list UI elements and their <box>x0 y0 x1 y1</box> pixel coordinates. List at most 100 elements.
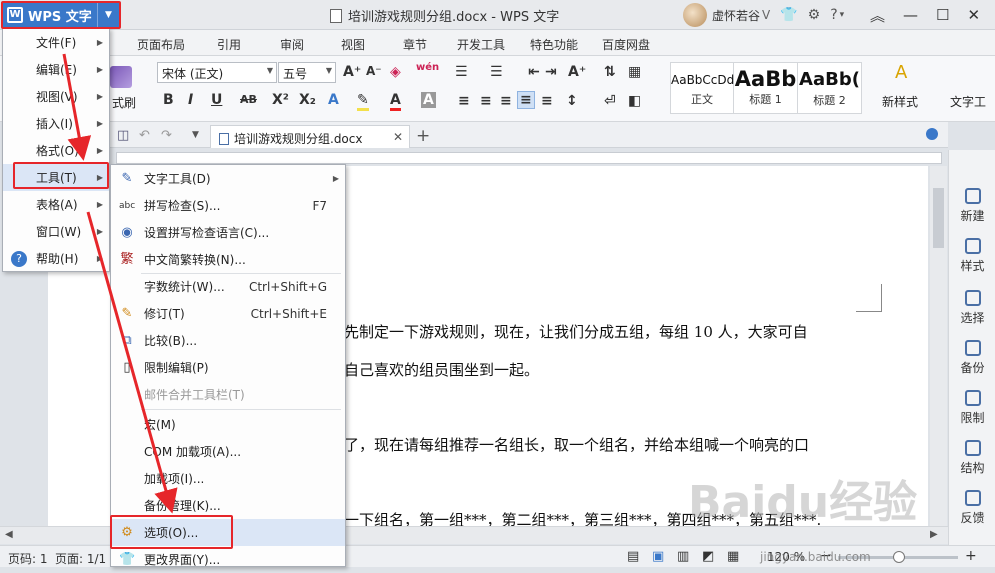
tab-features[interactable]: 特色功能 <box>530 36 578 53</box>
restore-ribbon-icon[interactable]: ︽ <box>870 5 885 26</box>
menu-text-tools[interactable]: ✎ 文字工具(D) ▶ <box>111 165 345 192</box>
menu-window[interactable]: 窗口(W) ▶ <box>3 218 109 245</box>
zoom-slider-thumb[interactable] <box>893 551 905 563</box>
doc-line-2[interactable]: 自己喜欢的组员围坐到一起。 <box>344 359 539 380</box>
tab-baidu-disk[interactable]: 百度网盘 <box>602 36 650 53</box>
menu-compare[interactable]: ⧉ 比较(B)... <box>111 327 345 354</box>
web-view-icon[interactable]: ◩ <box>702 549 714 564</box>
redo-icon[interactable]: ↷ <box>161 128 172 143</box>
shading-icon[interactable]: ◧ <box>628 93 641 109</box>
menu-track-changes[interactable]: ✎ 修订(T) Ctrl+Shift+E <box>111 300 345 327</box>
distributed-icon[interactable]: ≡ <box>541 93 553 109</box>
tab-developer[interactable]: 开发工具 <box>457 36 505 53</box>
zoom-in-icon[interactable]: + <box>965 548 977 564</box>
text-tools-button[interactable]: 文字工 <box>950 93 986 110</box>
side-backup[interactable]: 备份 <box>949 340 995 376</box>
new-tab-icon[interactable]: + <box>416 126 430 146</box>
menu-spell-check[interactable]: abc 拼写检查(S)... F7 <box>111 192 345 219</box>
menu-table[interactable]: 表格(A) ▶ <box>3 191 109 218</box>
outline-view-icon[interactable]: ▥ <box>677 549 689 564</box>
char-shading-icon[interactable]: A <box>421 92 436 108</box>
menu-restrict-edit[interactable]: ▯ 限制编辑(P) <box>111 354 345 381</box>
bold-icon[interactable]: B <box>163 92 174 108</box>
avatar[interactable] <box>683 3 707 27</box>
clear-format-icon[interactable]: ◈ <box>390 64 401 80</box>
undo-icon[interactable]: ↶ <box>139 128 150 143</box>
highlight-icon[interactable]: ✎ <box>357 92 369 111</box>
menu-chinese-convert[interactable]: 繁中文简繁转换(N)... <box>111 246 345 273</box>
tab-page-layout[interactable]: 页面布局 <box>137 36 185 53</box>
shrink-font-icon[interactable]: A⁻ <box>366 64 382 78</box>
vertical-scrollbar[interactable] <box>930 166 947 526</box>
scroll-right-icon[interactable]: ▶ <box>930 529 938 540</box>
line-spacing-icon[interactable]: ↕ <box>566 93 578 109</box>
side-new[interactable]: 新建 <box>949 188 995 224</box>
doc-line-1[interactable]: 先制定一下游戏规则，现在，让我们分成五组，每组 10 人，大家可自 <box>344 321 808 342</box>
close-icon[interactable]: ✕ <box>967 6 980 24</box>
style-heading1[interactable]: AaBb 标题 1 <box>734 62 798 114</box>
protect-view-icon[interactable]: ▦ <box>727 549 739 564</box>
menu-edit[interactable]: 编辑(E) ▶ <box>3 56 109 83</box>
dropdown-icon[interactable]: ▾ <box>840 10 845 20</box>
skin-icon[interactable]: 👕 <box>780 7 797 23</box>
align-right-icon[interactable]: ≡ <box>500 93 512 109</box>
sort-icon[interactable]: ⇅ <box>604 64 616 80</box>
style-normal[interactable]: AaBbCcDd 正文 <box>670 62 734 114</box>
side-feedback[interactable]: 反馈 <box>949 490 995 526</box>
help-icon[interactable]: ? <box>830 7 837 23</box>
new-style-icon[interactable]: A <box>895 62 907 83</box>
superscript-icon[interactable]: X² <box>272 92 289 108</box>
subscript-icon[interactable]: X₂ <box>299 92 316 108</box>
font-size-select[interactable]: 五号 ▼ <box>278 62 336 83</box>
outdent-icon[interactable]: ⇤ <box>528 64 540 80</box>
justify-icon[interactable]: ≡ <box>517 91 535 109</box>
preview-icon[interactable]: ◫ <box>117 128 129 143</box>
chinese-layout-icon[interactable]: A⁺ <box>568 64 586 80</box>
underline-icon[interactable]: U <box>211 92 222 108</box>
menu-file[interactable]: 文件(F) ▶ <box>3 29 109 56</box>
menu-spell-language[interactable]: ◉ 设置拼写检查语言(C)... <box>111 219 345 246</box>
side-style[interactable]: 样式 <box>949 238 995 274</box>
menu-macro[interactable]: 宏(M) <box>111 411 345 438</box>
share-icon[interactable]: ⚙ <box>808 7 821 23</box>
italic-icon[interactable]: I <box>188 92 193 108</box>
side-structure[interactable]: 结构 <box>949 440 995 476</box>
bullets-icon[interactable]: ☰ <box>455 64 468 80</box>
user-name[interactable]: 虚怀若谷 <box>712 7 760 24</box>
tab-review[interactable]: 审阅 <box>280 36 304 53</box>
format-painter-icon[interactable] <box>110 66 132 88</box>
show-marks-icon[interactable]: ⏎ <box>604 93 616 109</box>
tab-section[interactable]: 章节 <box>403 36 427 53</box>
scroll-thumb[interactable] <box>933 188 944 248</box>
align-center-icon[interactable]: ≡ <box>480 93 492 109</box>
menu-format[interactable]: 格式(O) ▶ <box>3 137 109 164</box>
menu-word-count[interactable]: 字数统计(W)... Ctrl+Shift+G <box>111 273 345 300</box>
read-mode-icon[interactable]: ▤ <box>627 549 639 564</box>
maximize-icon[interactable]: ☐ <box>936 6 949 24</box>
pinyin-icon[interactable]: wén <box>416 62 439 73</box>
font-name-select[interactable]: 宋体 (正文) ▼ <box>157 62 277 83</box>
numbering-icon[interactable]: ☰ <box>490 64 503 80</box>
font-color-icon[interactable]: A <box>390 92 401 111</box>
scroll-left-icon[interactable]: ◀ <box>5 529 13 540</box>
menu-change-ui[interactable]: 👕 更改界面(Y)... <box>111 546 345 573</box>
new-style-button[interactable]: 新样式 <box>882 93 918 110</box>
borders-icon[interactable]: ▦ <box>628 64 641 80</box>
text-effect-icon[interactable]: A <box>328 92 339 108</box>
menu-help[interactable]: ? 帮助(H) ▶ <box>3 245 109 272</box>
page-view-icon[interactable]: ▣ <box>652 549 664 564</box>
doc-line-3[interactable]: 了，现在请每组推荐一名组长，取一个组名，并给本组喊一个响亮的口 <box>344 434 809 455</box>
side-restrict[interactable]: 限制 <box>949 390 995 426</box>
user-area[interactable]: 虚怀若谷 V 👕 ⚙ ? ▾ <box>683 2 844 28</box>
minimize-icon[interactable]: — <box>903 6 918 24</box>
menu-com-addins[interactable]: COM 加载项(A)... <box>111 438 345 465</box>
style-heading2[interactable]: AaBb( 标题 2 <box>798 62 862 114</box>
close-tab-icon[interactable]: ✕ <box>393 130 403 144</box>
tab-references[interactable]: 引用 <box>217 36 241 53</box>
cloud-icon[interactable] <box>926 128 938 140</box>
format-painter-label[interactable]: 式刷 <box>112 94 136 111</box>
quick-access-dropdown-icon[interactable]: ▼ <box>192 130 199 140</box>
indent-icon[interactable]: ⇥ <box>545 64 557 80</box>
menu-addins[interactable]: 加载项(I)... <box>111 465 345 492</box>
strikethrough-icon[interactable]: AB <box>240 93 257 106</box>
